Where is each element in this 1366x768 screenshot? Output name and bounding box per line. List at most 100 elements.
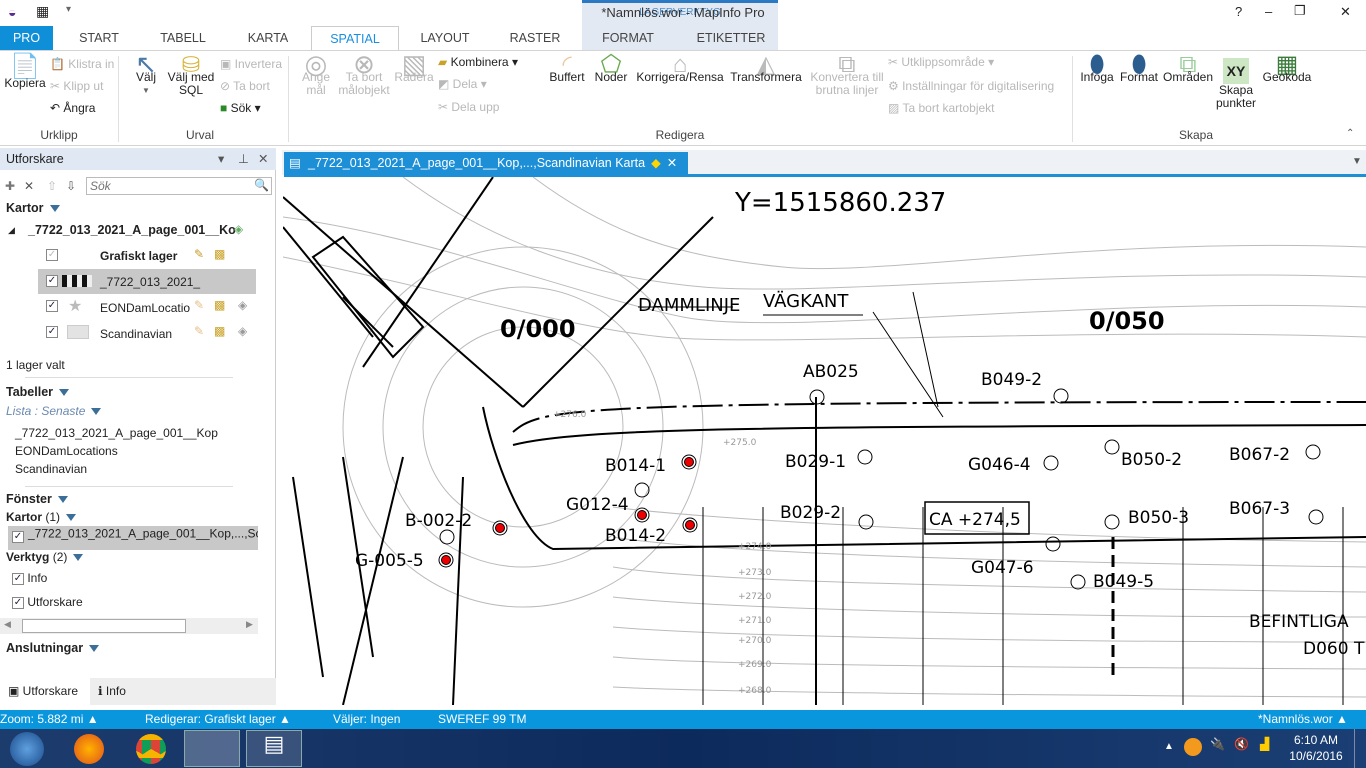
invert-button[interactable]: ▣ Invertera	[220, 58, 282, 71]
show-desktop-button[interactable]	[1354, 729, 1366, 768]
layer-row-grafiskt[interactable]: ✓ Grafiskt lager ✎ ▩	[38, 244, 256, 268]
windows-section-header[interactable]: Fönster	[6, 492, 68, 506]
chrome-icon[interactable]	[136, 734, 166, 764]
tab-tabell[interactable]: TABELL	[148, 26, 218, 50]
survey-point-marker[interactable]	[1070, 574, 1086, 590]
close-button[interactable]: ✕	[1340, 4, 1351, 20]
projection-status[interactable]: SWEREF 99 TM	[438, 710, 526, 729]
erase-button[interactable]: ▧ Radera	[394, 51, 434, 84]
start-button[interactable]	[10, 732, 44, 766]
layer-checkbox[interactable]: ✓	[46, 249, 58, 261]
selecting-status[interactable]: Väljer: Ingen	[333, 710, 400, 729]
show-hidden-icons[interactable]: ▲	[1164, 741, 1174, 752]
digitize-settings-button[interactable]: ⚙ Inställningar för digitalisering	[888, 80, 1054, 93]
tab-start[interactable]: START	[64, 26, 134, 50]
copy-button[interactable]: 📄 Kopiera	[4, 55, 46, 90]
label-icon[interactable]: ◈	[238, 324, 247, 338]
tab-pro[interactable]: PRO	[0, 26, 53, 50]
help-button[interactable]: ?	[1235, 4, 1242, 19]
clip-region-button[interactable]: ✂ Utklippsområde ▾	[888, 56, 994, 69]
collapse-ribbon-icon[interactable]: ⌃	[1346, 128, 1354, 139]
minimize-button[interactable]: –	[1265, 4, 1272, 19]
panel-menu-icon[interactable]: ▾	[218, 148, 224, 170]
pencil-icon[interactable]: ✎	[194, 298, 204, 312]
map-properties-icon[interactable]: ◈	[234, 222, 243, 236]
combine-button[interactable]: ▰ Kombinera ▾	[438, 56, 518, 69]
scroll-thumb[interactable]	[22, 619, 186, 633]
tool-item-explorer[interactable]: ✓ Utforskare	[12, 595, 83, 609]
tab-list-dropdown-icon[interactable]: ▼	[1352, 156, 1362, 167]
window-checkbox[interactable]: ✓	[12, 531, 24, 543]
tables-list-mode[interactable]: Lista : Senaste	[6, 404, 102, 418]
survey-point-marker[interactable]	[858, 514, 874, 530]
layer-checkbox[interactable]: ✓	[46, 326, 58, 338]
layer-row-raster[interactable]: ✓ _7722_013_2021_	[38, 269, 256, 294]
selectable-icon[interactable]: ▩	[214, 324, 225, 338]
split-up-button[interactable]: ✂ Dela upp	[438, 101, 499, 114]
document-taskbar-button[interactable]: ▤	[246, 730, 302, 767]
add-icon[interactable]: ✚	[5, 179, 15, 193]
select-button[interactable]: ↖ Välj ▼	[128, 51, 164, 97]
map-node[interactable]: _7722_013_2021_A_page_001__Ko	[28, 223, 236, 237]
tab-close-icon[interactable]: ✕	[667, 156, 677, 170]
connections-section-header[interactable]: Anslutningar	[6, 641, 100, 655]
windows-maps-header[interactable]: Kartor (1)	[6, 510, 77, 524]
editing-status[interactable]: Redigerar: Grafiskt lager ▲	[145, 710, 291, 729]
search-button[interactable]: ■ Sök ▾	[220, 102, 261, 115]
tab-layout[interactable]: LAYOUT	[410, 26, 480, 50]
search-input[interactable]	[86, 177, 272, 195]
tab-spatial[interactable]: SPATIAL	[311, 26, 399, 51]
map-window-tab[interactable]: ▤ _7722_013_2021_A_page_001__Kop,...,Scan…	[284, 152, 688, 174]
tab-format[interactable]: FORMAT	[590, 26, 666, 50]
convert-polyline-button[interactable]: ⧉ Konvertera till brutna linjer	[808, 53, 886, 97]
layer-checkbox[interactable]: ✓	[46, 300, 58, 312]
pencil-icon[interactable]: ✎	[194, 324, 204, 338]
pin-diamond-icon[interactable]: ◆	[651, 156, 661, 170]
expand-icon[interactable]: ◢	[8, 225, 15, 236]
zoom-status[interactable]: Zoom: 5.882 mi ▲	[0, 710, 99, 729]
clear-target-button[interactable]: ⊗ Ta bort målobjekt	[338, 51, 390, 97]
survey-point-marker[interactable]	[857, 449, 873, 465]
restore-button[interactable]: ❐	[1294, 3, 1306, 19]
remove-icon[interactable]: ✕	[24, 179, 34, 193]
survey-point-marker[interactable]	[1053, 388, 1069, 404]
table-item[interactable]: _7722_013_2021_A_page_001__Kop	[15, 426, 218, 440]
set-target-button[interactable]: ◎ Ange mål	[296, 51, 336, 97]
label-icon[interactable]: ◈	[238, 298, 247, 312]
table-item[interactable]: Scandinavian	[15, 462, 87, 476]
map-canvas[interactable]: Y=1515860.237 0/000 0/050 DAMMLINJE VÄGK…	[283, 177, 1366, 705]
cut-button[interactable]: ✂ Klipp ut	[50, 80, 103, 93]
tab-explorer[interactable]: ▣ Utforskare	[0, 678, 90, 705]
tab-etiketter[interactable]: ETIKETTER	[688, 26, 774, 50]
format-button[interactable]: ⬮ Format	[1118, 53, 1160, 84]
layer-row-eon[interactable]: ✓ ★ EONDamLocatio ✎ ▩ ◈	[38, 295, 256, 319]
geocode-button[interactable]: ▦ Geokoda	[1262, 53, 1312, 84]
buffer-button[interactable]: ◜ Buffert	[546, 53, 588, 84]
regions-button[interactable]: ⧉ Områden	[1162, 53, 1214, 84]
tab-info[interactable]: ℹ Info	[98, 678, 126, 705]
insert-button[interactable]: ⬮ Infoga	[1078, 53, 1116, 84]
nodes-button[interactable]: ⬠ Noder	[592, 53, 630, 84]
transform-button[interactable]: ◭ Transformera	[730, 53, 802, 84]
table-item[interactable]: EONDamLocations	[15, 444, 118, 458]
tables-section-header[interactable]: Tabeller	[6, 385, 70, 399]
power-icon[interactable]: 🔌	[1210, 737, 1225, 751]
tools-header[interactable]: Verktyg (2)	[6, 550, 84, 564]
window-item[interactable]: ✓ _7722_013_2021_A_page_001__Kop,...,Scan	[8, 526, 258, 550]
survey-point-marker[interactable]	[1104, 439, 1120, 455]
undo-button[interactable]: ↶ Ångra	[50, 102, 95, 115]
selectable-icon[interactable]: ▩	[214, 298, 225, 312]
create-points-button[interactable]: XY Skapa punkter	[1214, 58, 1258, 110]
layer-checkbox[interactable]: ✓	[46, 275, 58, 287]
mapinfo-taskbar-button[interactable]	[184, 730, 240, 767]
tool-checkbox[interactable]: ✓	[12, 572, 24, 585]
tray-app-icon[interactable]	[1184, 738, 1202, 756]
split-button[interactable]: ◩ Dela ▾	[438, 78, 487, 91]
survey-point-marker[interactable]	[1043, 455, 1059, 471]
magnifier-icon[interactable]: 🔍	[254, 178, 269, 192]
volume-muted-icon[interactable]: 🔇	[1234, 737, 1249, 751]
tab-karta[interactable]: KARTA	[233, 26, 303, 50]
pencil-icon[interactable]: ✎	[194, 247, 204, 261]
survey-point-marker[interactable]	[1045, 536, 1061, 552]
remove-map-object-button[interactable]: ▨ Ta bort kartobjekt	[888, 102, 995, 115]
